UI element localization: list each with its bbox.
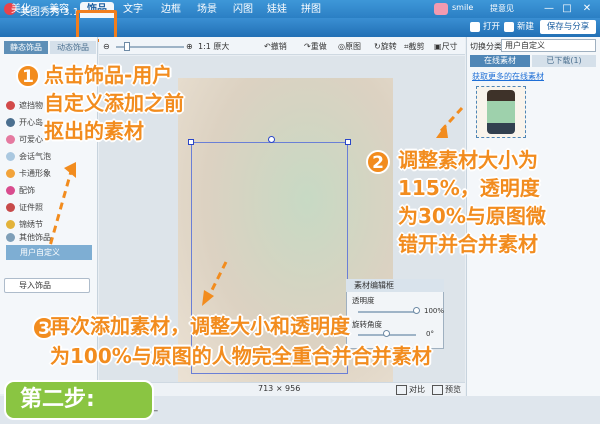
arrow-head <box>202 290 214 306</box>
arrow-to-canvas <box>206 261 228 299</box>
annotation-1: 点击饰品-用户 自定义添加之前 抠出的素材 <box>44 63 184 143</box>
arrow-head <box>64 162 76 178</box>
step-badge: 第二步: <box>4 380 154 420</box>
annotation-2: 调整素材大小为 115%，透明度 为30%与原图微 错开并合并素材 <box>398 148 546 256</box>
arrow-head <box>436 124 448 138</box>
step-number-2: 2 <box>366 150 390 174</box>
arrow-to-custom <box>48 167 74 247</box>
annotation-3: 再次添加素材，调整大小和透明度 为100%与原图的人物完全重合并合并素材 <box>50 314 432 368</box>
step-number-1: 1 <box>16 64 40 88</box>
